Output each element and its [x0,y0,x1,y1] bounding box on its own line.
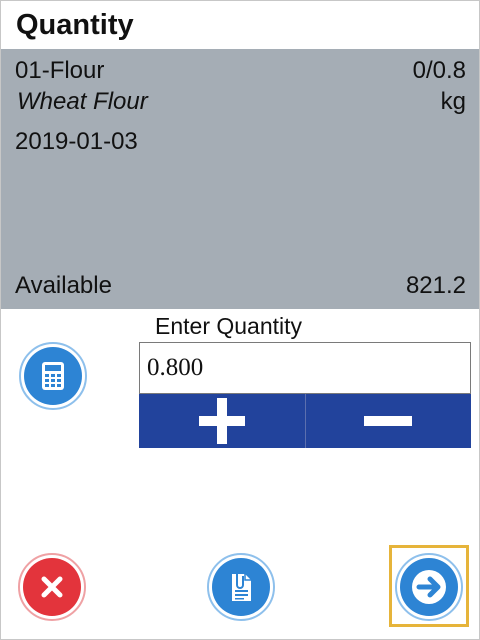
calculator-icon [24,347,82,405]
next-button[interactable] [395,553,463,621]
cancel-button[interactable] [18,553,86,621]
enter-quantity-label: Enter Quantity [155,313,303,339]
close-icon [23,558,81,616]
decrement-button[interactable] [304,394,471,448]
item-date: 2019-01-03 [15,128,138,155]
available-value: 821.2 [405,272,466,299]
item-info-panel: 01-Flour 0/0.8 Wheat Flour kg 2019-01-03… [1,49,479,309]
arrow-right-icon [400,558,458,616]
available-label: Available [15,272,112,299]
increment-button[interactable] [139,394,305,448]
quantity-input[interactable]: 0.800 [139,342,471,394]
item-code: 01-Flour [15,57,105,84]
document-attachment-icon [212,558,270,616]
minus-icon [364,416,413,426]
item-unit: kg [440,88,466,115]
item-description: Wheat Flour [17,88,148,115]
plus-icon [198,398,245,444]
quantity-stepper [139,394,471,448]
attachment-button[interactable] [207,553,275,621]
calculator-button[interactable] [19,342,87,410]
page-title: Quantity [16,9,134,41]
item-quantity-progress: 0/0.8 [412,57,466,84]
